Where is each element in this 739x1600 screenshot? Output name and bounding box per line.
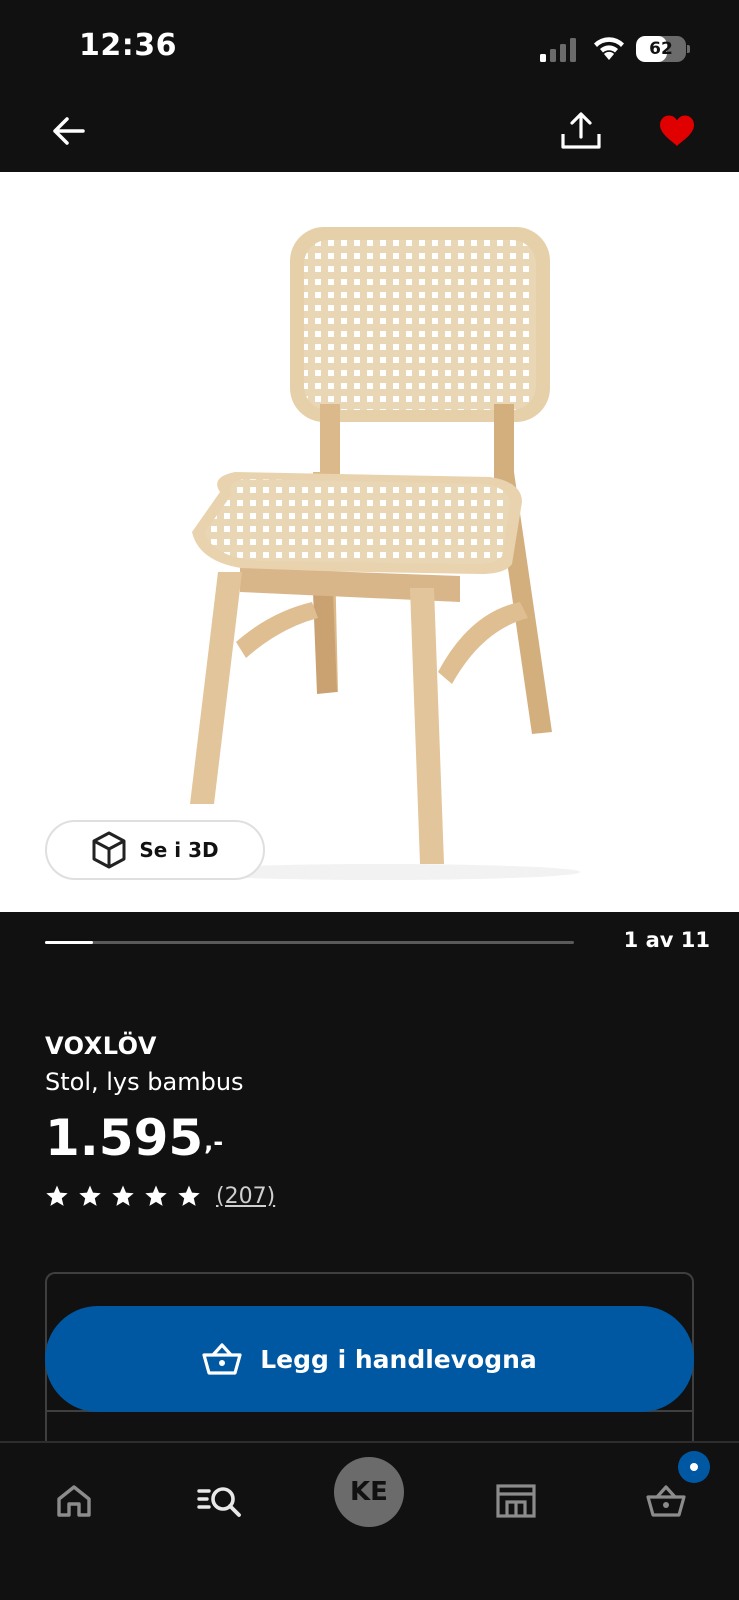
basket-icon bbox=[202, 1343, 242, 1375]
star-icon bbox=[145, 1185, 167, 1206]
star-icon bbox=[112, 1185, 134, 1206]
home-icon bbox=[57, 1485, 91, 1517]
share-button[interactable] bbox=[556, 106, 606, 156]
add-to-cart-button[interactable]: Legg i handlevogna bbox=[45, 1306, 694, 1412]
add-to-cart-label: Legg i handlevogna bbox=[260, 1344, 537, 1374]
product-description: Stol, lys bambus bbox=[45, 1068, 244, 1096]
chair-image bbox=[180, 227, 580, 880]
nav-store[interactable] bbox=[486, 1471, 546, 1531]
star-icon bbox=[46, 1185, 68, 1206]
product-rating[interactable]: (207) bbox=[45, 1180, 275, 1212]
back-button[interactable] bbox=[44, 106, 94, 156]
nav-home[interactable] bbox=[44, 1471, 104, 1531]
product-name: VOXLÖV bbox=[45, 1032, 157, 1060]
profile-initials: KE bbox=[350, 1477, 388, 1507]
wifi-icon bbox=[594, 37, 624, 60]
status-time: 12:36 bbox=[79, 28, 177, 63]
cart-badge bbox=[678, 1451, 710, 1483]
cube-icon bbox=[92, 831, 126, 869]
view-in-3d-button[interactable]: Se i 3D bbox=[45, 820, 265, 880]
battery-level-text: 62 bbox=[649, 39, 673, 59]
cellular-signal-icon bbox=[540, 38, 576, 62]
nav-search[interactable] bbox=[190, 1471, 250, 1531]
product-image[interactable]: Se i 3D bbox=[0, 172, 739, 912]
rating-count-link[interactable]: (207) bbox=[216, 1184, 275, 1209]
view-in-3d-label: Se i 3D bbox=[139, 838, 219, 862]
gallery-progress-bar bbox=[45, 941, 574, 944]
heart-icon bbox=[660, 115, 694, 146]
arrow-left-icon bbox=[53, 117, 85, 145]
star-icon bbox=[79, 1185, 101, 1206]
nav-profile-avatar[interactable]: KE bbox=[334, 1457, 404, 1527]
price-suffix: ,- bbox=[204, 1128, 224, 1156]
rating-stars bbox=[45, 1184, 201, 1208]
star-icon bbox=[178, 1185, 200, 1206]
price-value: 1.595 bbox=[45, 1109, 204, 1167]
basket-icon bbox=[646, 1485, 686, 1517]
gallery-position-text: 1 av 11 bbox=[623, 928, 710, 952]
product-price: 1.595,- bbox=[45, 1108, 223, 1168]
bottom-navigation: KE bbox=[0, 1441, 739, 1600]
favorite-button[interactable] bbox=[652, 106, 702, 156]
store-icon bbox=[496, 1484, 536, 1518]
share-icon bbox=[561, 112, 601, 149]
battery-indicator: 62 bbox=[636, 36, 690, 62]
gallery-progress-fill bbox=[45, 941, 94, 944]
search-icon bbox=[197, 1487, 241, 1517]
